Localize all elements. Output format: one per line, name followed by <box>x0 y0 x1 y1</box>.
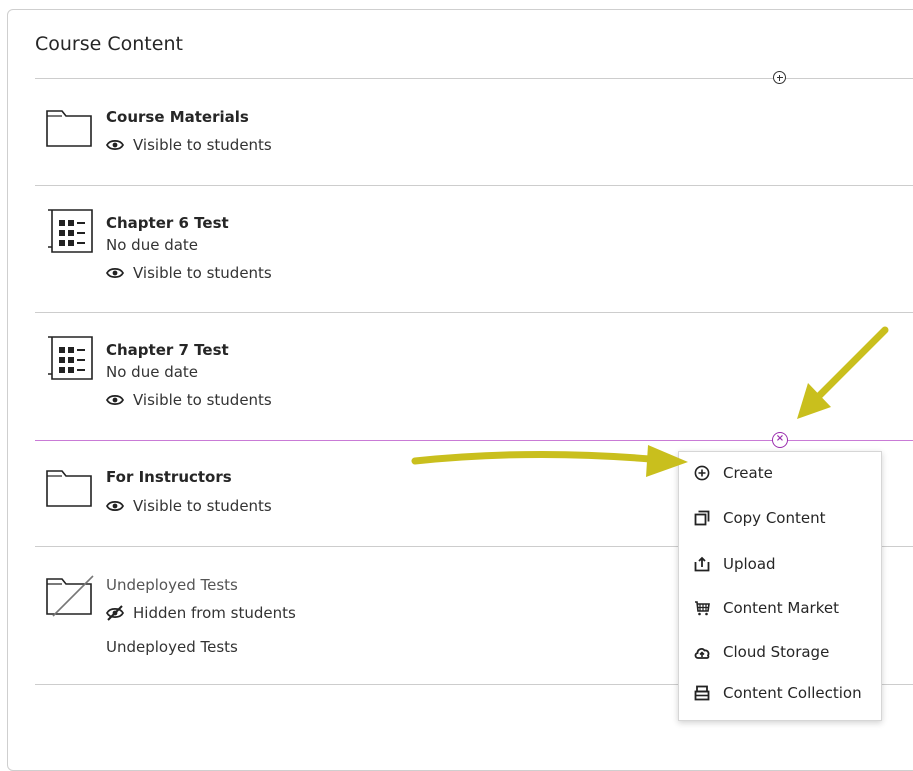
item-title[interactable]: Course Materials <box>106 108 249 126</box>
visibility-status[interactable]: Visible to students <box>106 264 272 282</box>
menu-item-upload[interactable]: Upload <box>693 555 776 573</box>
test-icon <box>48 336 93 380</box>
folder-icon <box>46 470 92 507</box>
menu-item-content-collection[interactable]: Content Collection <box>693 684 862 702</box>
close-menu-button[interactable]: × <box>772 432 788 448</box>
eye-icon <box>106 394 124 406</box>
visibility-label: Visible to students <box>133 136 272 154</box>
collection-icon <box>693 684 711 702</box>
item-description: Undeployed Tests <box>106 638 238 656</box>
page-title: Course Content <box>35 33 183 55</box>
menu-item-content-market[interactable]: Content Market <box>693 599 839 617</box>
visibility-label: Hidden from students <box>133 604 296 622</box>
visibility-label: Visible to students <box>133 391 272 409</box>
item-title[interactable]: For Instructors <box>106 468 232 486</box>
menu-item-copy-content[interactable]: Copy Content <box>693 509 825 527</box>
visibility-status[interactable]: Hidden from students <box>106 604 296 622</box>
upload-icon <box>693 555 711 573</box>
eye-slash-icon <box>106 605 124 621</box>
add-content-button[interactable] <box>773 71 786 84</box>
hidden-folder-icon <box>46 575 94 617</box>
due-date: No due date <box>106 236 199 254</box>
due-date: No due date <box>106 363 199 381</box>
menu-item-cloud-storage[interactable]: Cloud Storage <box>693 643 829 661</box>
eye-icon <box>106 267 124 279</box>
eye-icon <box>106 139 124 151</box>
item-title[interactable]: Undeployed Tests <box>106 576 238 594</box>
menu-item-create[interactable]: Create <box>693 464 773 482</box>
menu-item-label: Copy Content <box>723 509 826 527</box>
cart-icon <box>693 599 711 617</box>
menu-item-label: Cloud Storage <box>723 643 830 661</box>
visibility-label: Visible to students <box>133 264 272 282</box>
menu-item-label: Content Collection <box>723 684 862 702</box>
item-title[interactable]: Chapter 7 Test <box>106 341 229 359</box>
visibility-status[interactable]: Visible to students <box>106 136 272 154</box>
visibility-status[interactable]: Visible to students <box>106 391 272 409</box>
visibility-status[interactable]: Visible to students <box>106 497 272 515</box>
menu-item-label: Upload <box>723 555 776 573</box>
copy-icon <box>693 509 711 527</box>
divider <box>35 185 913 186</box>
test-icon <box>48 209 93 253</box>
folder-icon <box>46 110 92 147</box>
visibility-label: Visible to students <box>133 497 272 515</box>
menu-item-label: Content Market <box>723 599 839 617</box>
menu-item-label: Create <box>723 464 773 482</box>
plus-circle-icon <box>693 464 711 482</box>
item-title[interactable]: Chapter 6 Test <box>106 214 229 232</box>
divider <box>35 312 913 313</box>
eye-icon <box>106 500 124 512</box>
add-content-menu: Create Copy Content Upload Content Marke… <box>678 451 882 721</box>
cloud-upload-icon <box>693 643 711 661</box>
